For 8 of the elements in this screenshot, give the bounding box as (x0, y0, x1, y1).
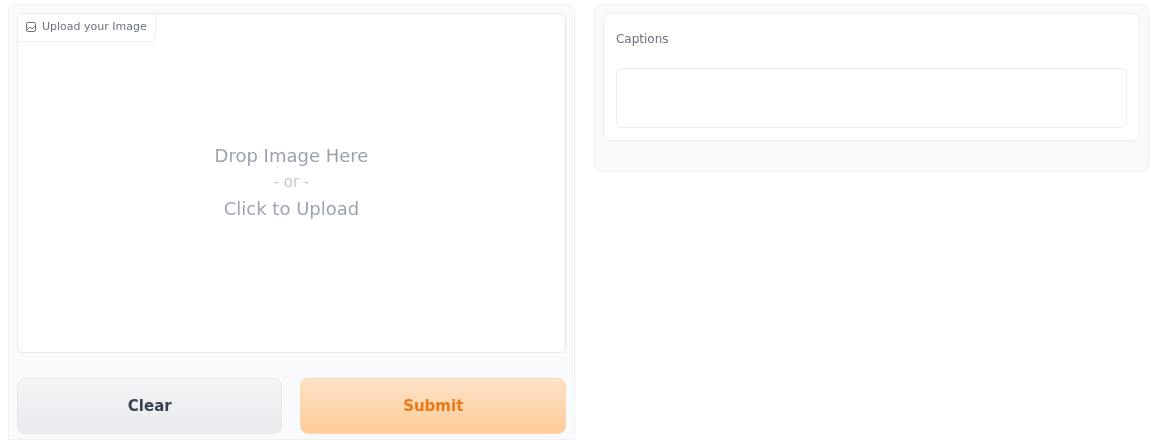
separator-text: - or - (273, 172, 310, 193)
image-icon (26, 22, 36, 33)
upload-text: Click to Upload (223, 197, 360, 221)
captions-label: Captions (615, 31, 670, 48)
image-label: Upload your Image (18, 14, 156, 42)
image-dropzone[interactable]: Upload your Image Drop Image Here - or - Click to Upload (17, 13, 566, 353)
drop-text: Drop Image Here (214, 144, 369, 168)
clear-button[interactable]: Clear (17, 378, 283, 434)
